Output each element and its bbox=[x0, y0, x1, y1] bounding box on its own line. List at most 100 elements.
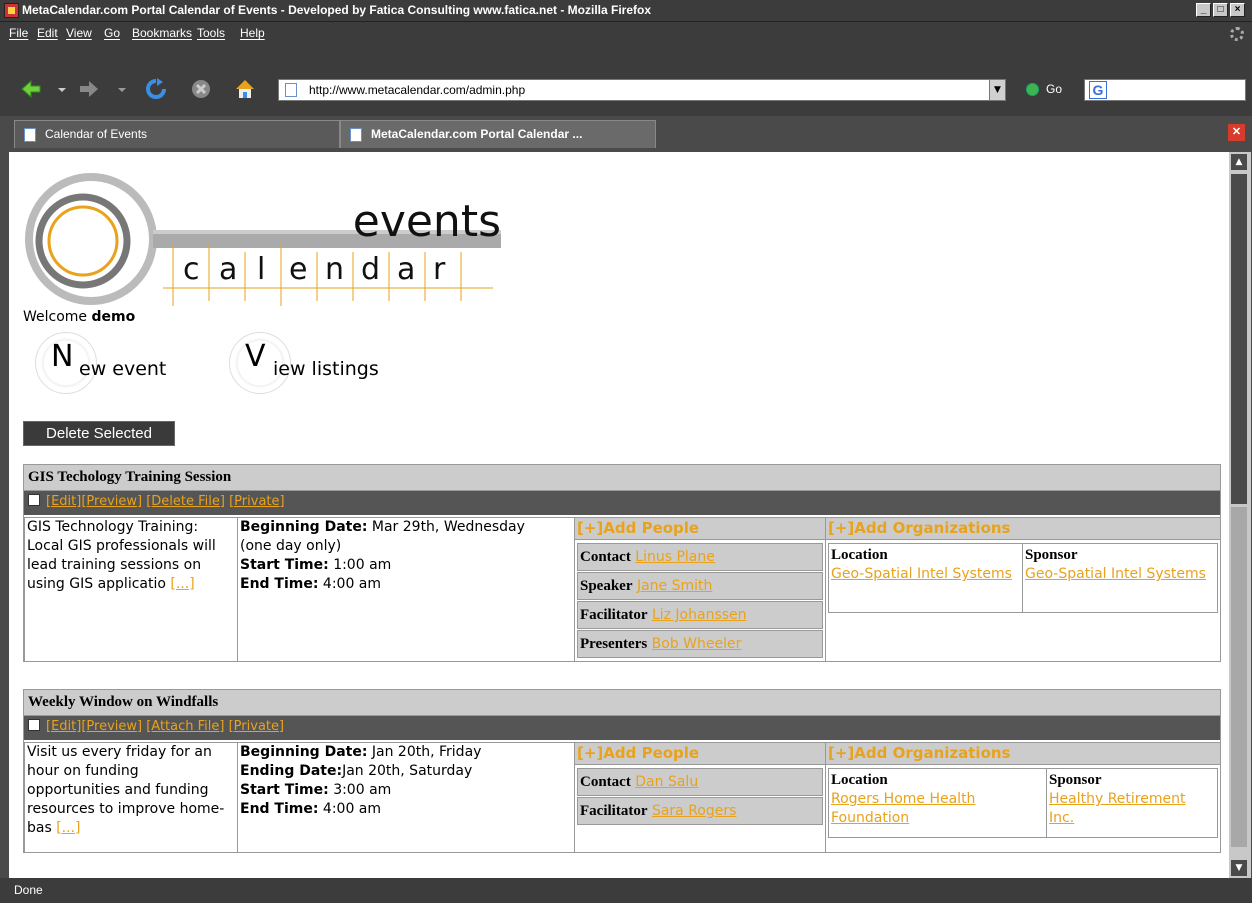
welcome-message: Welcome demo bbox=[23, 309, 135, 325]
window-title: MetaCalendar.com Portal Calendar of Even… bbox=[22, 3, 652, 17]
new-event-link[interactable]: N ew event bbox=[35, 332, 205, 394]
add-organizations-link[interactable]: [+]Add Organizations bbox=[826, 743, 1220, 765]
logo-word-events: events bbox=[353, 196, 501, 247]
logo-letter-a2: a bbox=[397, 252, 415, 287]
menu-edit[interactable]: Edit bbox=[37, 26, 58, 40]
person-row: Facilitator Sara Rogers bbox=[577, 797, 823, 825]
event-toolbar: [Edit][Preview] [Attach File] [Private] bbox=[24, 716, 1220, 740]
minimize-button[interactable]: _ bbox=[1196, 3, 1211, 17]
organizations-section: [+]Add Organizations Location Rogers Home… bbox=[825, 742, 1221, 853]
close-tab-icon[interactable]: ✕ bbox=[1228, 124, 1245, 141]
date-label: Start Time: bbox=[240, 557, 329, 573]
more-link[interactable]: [...] bbox=[170, 576, 194, 592]
back-dropdown-icon[interactable] bbox=[58, 86, 66, 94]
org-role: Sponsor bbox=[1025, 547, 1078, 563]
maximize-button[interactable]: □ bbox=[1213, 3, 1228, 17]
go-button[interactable]: Go bbox=[1022, 79, 1076, 101]
date-value: Jan 20th, Friday bbox=[371, 744, 482, 760]
reload-icon[interactable] bbox=[145, 78, 167, 100]
scroll-thumb[interactable] bbox=[1231, 174, 1247, 504]
scroll-down-icon[interactable]: ▼ bbox=[1231, 860, 1247, 876]
view-listings-label: iew listings bbox=[273, 358, 379, 380]
org-link[interactable]: Geo-Spatial Intel Systems bbox=[831, 566, 1012, 582]
delete-selected-button[interactable]: Delete Selected bbox=[23, 421, 175, 446]
person-link[interactable]: Linus Plane bbox=[635, 549, 715, 565]
url-dropdown-icon[interactable]: ▼ bbox=[989, 80, 1005, 100]
throbber-icon bbox=[1230, 27, 1244, 41]
edit-link[interactable]: [Edit] bbox=[46, 719, 81, 734]
scroll-up-icon[interactable]: ▲ bbox=[1231, 154, 1247, 170]
view-listings-link[interactable]: V iew listings bbox=[229, 332, 419, 394]
org-link[interactable]: Healthy Retirement Inc. bbox=[1049, 791, 1185, 826]
event-select-checkbox[interactable] bbox=[28, 719, 40, 731]
person-link[interactable]: Bob Wheeler bbox=[652, 636, 742, 652]
home-icon[interactable] bbox=[234, 78, 256, 100]
search-box[interactable]: G bbox=[1084, 79, 1246, 101]
event-card: Weekly Window on Windfalls [Edit][Previe… bbox=[23, 689, 1221, 853]
date-label: Start Time: bbox=[240, 782, 329, 798]
person-link[interactable]: Dan Salu bbox=[635, 774, 698, 790]
date-value: 4:00 am bbox=[322, 576, 382, 592]
menu-view[interactable]: View bbox=[66, 26, 92, 40]
date-line: Start Time: 3:00 am bbox=[240, 781, 572, 800]
logo-letter-r: r bbox=[433, 252, 446, 287]
org-link[interactable]: Geo-Spatial Intel Systems bbox=[1025, 566, 1206, 582]
org-link[interactable]: Rogers Home Health Foundation bbox=[831, 791, 975, 826]
person-link[interactable]: Sara Rogers bbox=[652, 803, 736, 819]
person-link[interactable]: Jane Smith bbox=[637, 578, 712, 594]
url-bar[interactable]: http://www.metacalendar.com/admin.php ▼ bbox=[278, 79, 1006, 101]
menu-go[interactable]: Go bbox=[104, 26, 120, 40]
forward-arrow-icon[interactable] bbox=[78, 78, 100, 100]
event-title: Weekly Window on Windfalls bbox=[24, 690, 1220, 716]
view-listings-initial: V bbox=[245, 339, 266, 374]
menu-bar: File Edit View Go Bookmarks Tools Help bbox=[0, 22, 1252, 44]
url-text[interactable]: http://www.metacalendar.com/admin.php bbox=[309, 83, 525, 97]
preview-link[interactable]: [Preview] bbox=[81, 494, 142, 509]
edit-link[interactable]: [Edit] bbox=[46, 494, 81, 509]
person-role: Speaker bbox=[580, 578, 633, 594]
logo-letter-e: e bbox=[289, 252, 307, 287]
menu-help[interactable]: Help bbox=[240, 26, 265, 40]
event-select-checkbox[interactable] bbox=[28, 494, 40, 506]
preview-link[interactable]: [Preview] bbox=[81, 719, 142, 734]
tab-metacalendar-portal[interactable]: MetaCalendar.com Portal Calendar ... bbox=[340, 120, 656, 148]
event-dates: Beginning Date: Mar 29th, Wednesday (one… bbox=[237, 517, 575, 662]
person-link[interactable]: Liz Johanssen bbox=[652, 607, 747, 623]
vertical-scrollbar[interactable]: ▲ ▼ bbox=[1229, 152, 1251, 878]
person-row: Contact Dan Salu bbox=[577, 768, 823, 796]
event-title: GIS Techology Training Session bbox=[24, 465, 1220, 491]
date-value: 1:00 am bbox=[333, 557, 392, 573]
forward-dropdown-icon[interactable] bbox=[118, 86, 126, 94]
menu-tools[interactable]: Tools bbox=[197, 26, 225, 40]
close-window-button[interactable]: × bbox=[1230, 3, 1245, 17]
add-people-link[interactable]: [+]Add People bbox=[575, 518, 825, 540]
menu-file[interactable]: File bbox=[9, 26, 28, 40]
org-role: Location bbox=[831, 547, 888, 563]
attach-file-link[interactable]: [Attach File] bbox=[146, 719, 224, 734]
more-link[interactable]: [...] bbox=[56, 820, 80, 836]
delete-file-link[interactable]: [Delete File] bbox=[146, 494, 225, 509]
back-arrow-icon[interactable] bbox=[20, 78, 42, 100]
tab-label: MetaCalendar.com Portal Calendar ... bbox=[371, 127, 583, 141]
welcome-prefix: Welcome bbox=[23, 309, 92, 325]
scroll-track[interactable] bbox=[1231, 507, 1247, 847]
add-people-link[interactable]: [+]Add People bbox=[575, 743, 825, 765]
page-icon bbox=[350, 128, 362, 142]
page-icon bbox=[24, 128, 36, 142]
org-box: Sponsor Healthy Retirement Inc. bbox=[1046, 768, 1218, 838]
stop-icon[interactable] bbox=[190, 78, 212, 100]
private-link[interactable]: [Private] bbox=[229, 719, 284, 734]
org-role: Sponsor bbox=[1049, 772, 1102, 788]
google-search-icon[interactable]: G bbox=[1089, 81, 1107, 99]
event-description: Visit us every friday for an hour on fun… bbox=[24, 742, 238, 853]
person-role: Contact bbox=[580, 549, 631, 565]
menu-bookmarks[interactable]: Bookmarks bbox=[132, 26, 192, 40]
private-link[interactable]: [Private] bbox=[229, 494, 284, 509]
org-role: Location bbox=[831, 772, 888, 788]
event-card: GIS Techology Training Session [Edit][Pr… bbox=[23, 464, 1221, 662]
status-text: Done bbox=[14, 883, 43, 897]
people-section: [+]Add People Contact Dan Salu Facilitat… bbox=[574, 742, 826, 853]
tab-calendar-of-events[interactable]: Calendar of Events bbox=[14, 120, 340, 148]
firefox-app-icon bbox=[4, 3, 19, 18]
add-organizations-link[interactable]: [+]Add Organizations bbox=[826, 518, 1220, 540]
